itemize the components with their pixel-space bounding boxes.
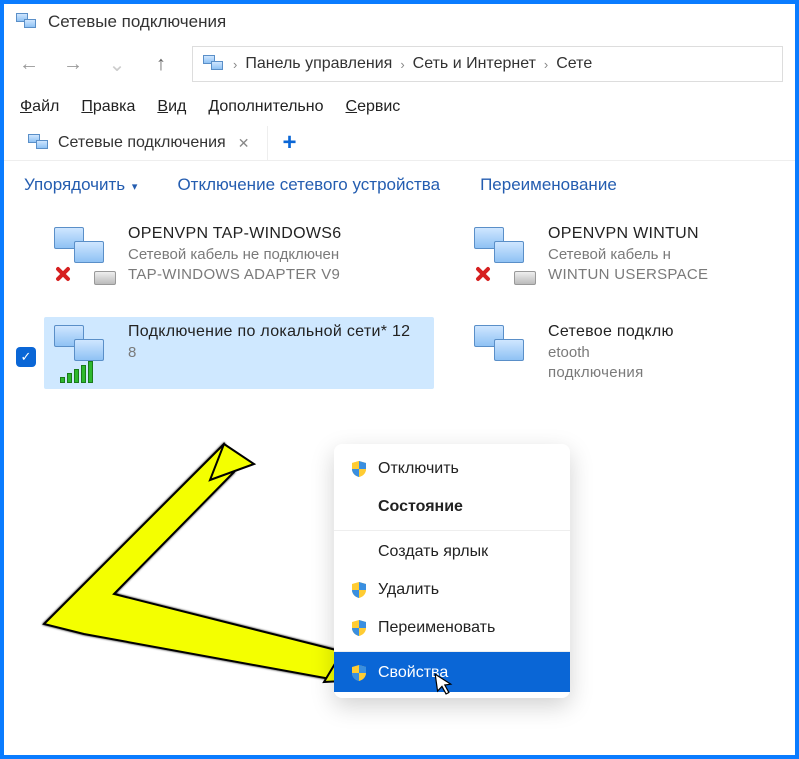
tab-label: Сетевые подключения — [58, 134, 226, 152]
connection-item[interactable]: Сетевое подклю etooth подключения — [464, 317, 724, 389]
connection-icon — [52, 225, 116, 285]
chevron-right-icon: › — [400, 57, 404, 72]
uac-shield-icon — [350, 619, 368, 637]
nav-row: ← → ⌄ ↑ › Панель управления › Сеть и Инт… — [4, 40, 795, 88]
toolbar: Упорядочить ▾ Отключение сетевого устрой… — [4, 161, 795, 209]
menu-file[interactable]: Файл — [20, 98, 59, 116]
disconnected-x-icon — [52, 263, 74, 285]
cable-icon — [94, 271, 116, 285]
menu-edit[interactable]: Правка — [81, 98, 135, 116]
cursor-icon — [434, 671, 456, 702]
selection-checkbox[interactable]: ✓ — [16, 347, 36, 367]
ctx-label: Состояние — [378, 498, 463, 516]
connection-adapter: TAP-WINDOWS ADAPTER V9 — [128, 266, 341, 283]
tab-network-connections[interactable]: Сетевые подключения ✕ — [14, 126, 268, 160]
close-tab-button[interactable]: ✕ — [234, 135, 254, 152]
breadcrumb-item[interactable]: Сете — [556, 55, 592, 73]
breadcrumb-item[interactable]: Сеть и Интернет — [413, 55, 536, 73]
connection-status: etooth — [548, 344, 674, 361]
rename-button[interactable]: Переименование — [480, 175, 617, 195]
connection-name: Сетевое подклю — [548, 323, 674, 341]
connection-name: OPENVPN TAP-WINDOWS6 — [128, 225, 341, 243]
connection-adapter: WINTUN USERSPACE — [548, 266, 708, 283]
connection-status: Сетевой кабель н — [548, 246, 708, 263]
ctx-label: Переименовать — [378, 619, 495, 637]
ctx-label: Создать ярлык — [378, 543, 488, 561]
uac-shield-icon — [350, 581, 368, 599]
organize-button[interactable]: Упорядочить ▾ — [24, 175, 137, 195]
ctx-label: Отключить — [378, 460, 459, 478]
uac-shield-icon — [350, 664, 368, 682]
dropdown-history[interactable]: ⌄ — [104, 52, 130, 77]
address-bar[interactable]: › Панель управления › Сеть и Интернет › … — [192, 46, 783, 82]
disconnected-x-icon — [472, 263, 494, 285]
new-tab-button[interactable]: + — [268, 129, 310, 157]
chevron-right-icon: › — [233, 57, 237, 72]
back-button[interactable]: ← — [16, 53, 42, 76]
up-button[interactable]: ↑ — [148, 53, 174, 76]
addressbar-icon — [203, 55, 225, 73]
connection-icon — [472, 323, 536, 383]
cable-icon — [514, 271, 536, 285]
connection-status: Сетевой кабель не подключен — [128, 246, 341, 263]
ctx-disable[interactable]: Отключить — [334, 450, 570, 488]
content-area: OPENVPN TAP-WINDOWS6 Сетевой кабель не п… — [4, 209, 795, 389]
connection-adapter: подключения — [548, 364, 674, 381]
breadcrumb-item[interactable]: Панель управления — [245, 55, 392, 73]
connection-icon — [472, 225, 536, 285]
menubar: Файл Правка Вид Дополнительно Сервис — [4, 88, 795, 126]
tab-icon — [28, 134, 50, 152]
chevron-right-icon: › — [544, 57, 548, 72]
menu-service[interactable]: Сервис — [346, 98, 401, 116]
connection-name: OPENVPN WINTUN — [548, 225, 708, 243]
ctx-status[interactable]: Состояние — [334, 488, 570, 526]
ctx-label: Удалить — [378, 581, 439, 599]
ctx-rename[interactable]: Переименовать — [334, 609, 570, 647]
titlebar: Сетевые подключения — [4, 4, 795, 40]
menu-extra[interactable]: Дополнительно — [208, 98, 323, 116]
forward-button[interactable]: → — [60, 53, 86, 76]
network-icon — [16, 13, 38, 31]
connection-item-selected[interactable]: ✓ Подключение по локальной сети* 12 8 — [44, 317, 434, 389]
ctx-delete[interactable]: Удалить — [334, 571, 570, 609]
connection-name: Подключение по локальной сети* 12 — [128, 323, 410, 341]
context-menu: Отключить Состояние Создать ярлык Удалит… — [334, 444, 570, 698]
connection-item[interactable]: OPENVPN TAP-WINDOWS6 Сетевой кабель не п… — [44, 219, 434, 291]
wifi-signal-icon — [60, 361, 93, 383]
window-title: Сетевые подключения — [48, 12, 226, 32]
connection-item[interactable]: OPENVPN WINTUN Сетевой кабель н WINTUN U… — [464, 219, 724, 291]
disable-device-button[interactable]: Отключение сетевого устройства — [177, 175, 440, 195]
connection-adapter: 8 — [128, 344, 410, 361]
tabs-row: Сетевые подключения ✕ + — [4, 126, 795, 161]
connection-icon — [52, 323, 116, 383]
ctx-create-shortcut[interactable]: Создать ярлык — [334, 530, 570, 571]
annotation-arrow — [24, 434, 364, 704]
uac-shield-icon — [350, 460, 368, 478]
menu-view[interactable]: Вид — [157, 98, 186, 116]
